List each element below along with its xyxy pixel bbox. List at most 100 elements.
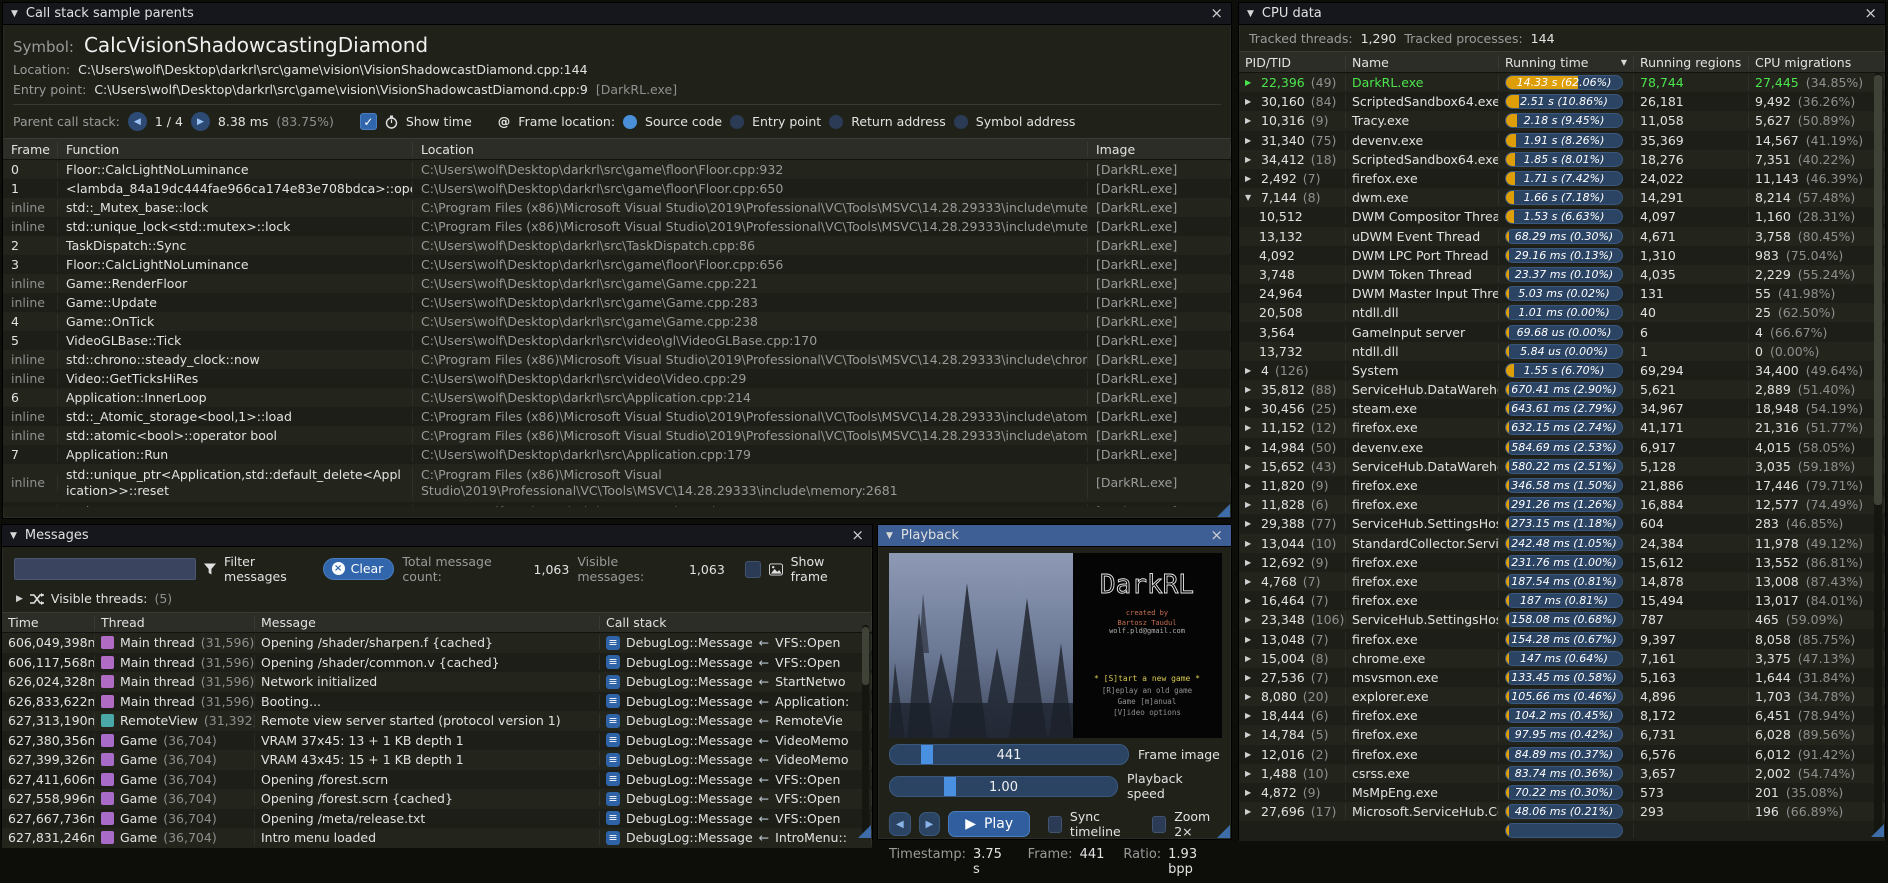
scrollbar-thumb[interactable] xyxy=(862,627,869,685)
expand-icon[interactable]: ▶ xyxy=(1245,385,1255,394)
collapse-icon[interactable]: ▼ xyxy=(1247,9,1254,19)
table-row[interactable]: ▶16,464(7)firefox.exe187 ms (0.81%)15,49… xyxy=(1239,591,1885,610)
expand-icon[interactable]: ▶ xyxy=(1245,673,1255,682)
collapse-icon[interactable]: ▼ xyxy=(886,531,893,541)
table-row[interactable]: 1<lambda_84a19dc444fae966ca174e83e708bdc… xyxy=(3,179,1231,198)
zoom-2x-checkbox[interactable] xyxy=(1152,816,1166,833)
table-row[interactable]: ▶30,160(84)ScriptedSandbox64.exe2.51 s (… xyxy=(1239,92,1885,111)
expand-icon[interactable]: ▶ xyxy=(1245,615,1255,624)
collapse-icon[interactable]: ▼ xyxy=(10,531,17,541)
table-row[interactable]: 627,399,326nsGame(36,704)VRAM 43x45: 15 … xyxy=(2,750,872,770)
table-row[interactable]: ▶30,456(25)steam.exe643.61 ms (2.79%)34,… xyxy=(1239,399,1885,418)
table-row[interactable]: ▶8,080(20)explorer.exe105.66 ms (0.46%)4… xyxy=(1239,687,1885,706)
expand-icon[interactable]: ▶ xyxy=(1245,78,1255,87)
table-row[interactable]: 24,964DWM Master Input Thread5.03 ms (0.… xyxy=(1239,284,1885,303)
table-row[interactable]: ▶31,340(75)devenv.exe1.91 s (8.26%)35,36… xyxy=(1239,131,1885,150)
next-frame-button[interactable]: ▶ xyxy=(191,112,210,131)
clear-button[interactable]: × Clear xyxy=(323,558,395,580)
expand-icon[interactable]: ▶ xyxy=(1245,155,1255,164)
callstack-titlebar[interactable]: ▼ Call stack sample parents × xyxy=(3,3,1231,25)
close-icon[interactable]: × xyxy=(1864,6,1877,21)
table-row[interactable]: ▶4,872(9)MsMpEng.exe70.22 ms (0.30%)5732… xyxy=(1239,783,1885,802)
resize-grip[interactable] xyxy=(1217,504,1230,517)
table-row[interactable]: 626,833,622nsMain thread(31,596)Booting.… xyxy=(2,692,872,712)
table-row[interactable]: ▶11,820(9)firefox.exe346.58 ms (1.50%)21… xyxy=(1239,476,1885,495)
table-row[interactable]: 0Floor::CalcLightNoLuminanceC:\Users\wol… xyxy=(3,160,1231,179)
playback-titlebar[interactable]: ▼ Playback × xyxy=(878,525,1231,547)
messages-titlebar[interactable]: ▼ Messages × xyxy=(2,525,872,547)
table-row[interactable]: ▶13,044(10)StandardCollector.Servic242.4… xyxy=(1239,534,1885,553)
table-row[interactable]: ▶29,388(77)ServiceHub.SettingsHost273.15… xyxy=(1239,514,1885,533)
expand-icon[interactable]: ▶ xyxy=(1245,596,1255,605)
table-row[interactable]: 3Floor::CalcLightNoLuminanceC:\Users\wol… xyxy=(3,255,1231,274)
scrollbar-thumb[interactable] xyxy=(1874,75,1882,505)
resize-grip[interactable] xyxy=(858,825,871,838)
col-time[interactable]: Time xyxy=(2,615,95,630)
table-row[interactable]: 627,667,736nsGame(36,704)Opening /meta/r… xyxy=(2,809,872,829)
table-row[interactable]: 606,117,568nsMain thread(31,596)Opening … xyxy=(2,653,872,673)
table-row[interactable]: 627,411,606nsGame(36,704)Opening /forest… xyxy=(2,770,872,790)
callstack-list-icon[interactable]: ≡ xyxy=(606,811,620,825)
expand-icon[interactable]: ▶ xyxy=(1245,807,1255,816)
table-row[interactable]: ▶14,784(5)firefox.exe97.95 ms (0.42%)6,7… xyxy=(1239,725,1885,744)
expand-icon[interactable]: ▶ xyxy=(1245,692,1255,701)
expand-icon[interactable]: ▶ xyxy=(1245,366,1255,375)
table-row[interactable]: inlinestd::_Atomic_storage<bool,1>::load… xyxy=(3,407,1231,426)
table-row[interactable]: ▶23,348(106)ServiceHub.SettingsHost158.0… xyxy=(1239,610,1885,629)
cpu-titlebar[interactable]: ▼ CPU data × xyxy=(1239,3,1885,25)
col-name[interactable]: Name xyxy=(1346,55,1499,70)
col-thread[interactable]: Thread xyxy=(95,615,255,630)
col-message[interactable]: Message xyxy=(255,615,600,630)
callstack-list-icon[interactable]: ≡ xyxy=(606,694,620,708)
table-row[interactable]: ▶10,316(9)Tracy.exe2.18 s (9.45%)11,0585… xyxy=(1239,111,1885,130)
filter-input[interactable] xyxy=(14,558,196,580)
step-back-button[interactable]: ◀ xyxy=(889,812,911,836)
col-location[interactable]: Location xyxy=(413,142,1088,157)
callstack-list-icon[interactable]: ≡ xyxy=(606,792,620,806)
callstack-list-icon[interactable]: ≡ xyxy=(606,636,620,650)
table-row[interactable]: 627,380,356nsGame(36,704)VRAM 37x45: 13 … xyxy=(2,731,872,751)
expand-icon[interactable]: ▶ xyxy=(1245,558,1255,567)
radio-symbol-address[interactable] xyxy=(954,115,968,129)
expand-icon[interactable]: ▶ xyxy=(1245,500,1255,509)
table-row[interactable]: inlinestd::atomic<bool>::operator boolC:… xyxy=(3,426,1231,445)
table-row[interactable]: inlineGame::RenderFloorC:\Users\wolf\Des… xyxy=(3,274,1231,293)
table-row[interactable]: 2TaskDispatch::SyncC:\Users\wolf\Desktop… xyxy=(3,236,1231,255)
expand-icon[interactable]: ▶ xyxy=(1245,654,1255,663)
table-row[interactable]: inlinestd::_Mutex_base::lockC:\Program F… xyxy=(3,198,1231,217)
table-row[interactable]: ▶2,492(7)firefox.exe1.71 s (7.42%)24,022… xyxy=(1239,169,1885,188)
expand-icon[interactable]: ▶ xyxy=(1245,116,1255,125)
step-forward-button[interactable]: ▶ xyxy=(919,812,941,836)
table-row[interactable]: 627,558,996nsGame(36,704)Opening /forest… xyxy=(2,789,872,809)
table-row[interactable]: ▶34,412(18)ScriptedSandbox64.exe1.85 s (… xyxy=(1239,150,1885,169)
table-row[interactable]: ▶12,016(2)firefox.exe84.89 ms (0.37%)6,5… xyxy=(1239,745,1885,764)
expand-icon[interactable]: ▶ xyxy=(1245,750,1255,759)
table-row[interactable]: ▶11,828(6)firefox.exe291.26 ms (1.26%)16… xyxy=(1239,495,1885,514)
table-row[interactable]: 4,092DWM LPC Port Thread29.16 ms (0.13%)… xyxy=(1239,246,1885,265)
table-row[interactable]: inlineVideo::GetTicksHiResC:\Users\wolf\… xyxy=(3,369,1231,388)
table-row[interactable]: 627,831,246nsGame(36,704)Intro menu load… xyxy=(2,828,872,848)
expand-icon[interactable]: ▶ xyxy=(1245,635,1255,644)
table-row[interactable]: 3,564GameInput server69.68 us (0.00%)64(… xyxy=(1239,322,1885,341)
callstack-list-icon[interactable]: ≡ xyxy=(606,733,620,747)
col-cpu-migrations[interactable]: CPU migrations xyxy=(1749,55,1885,70)
table-row[interactable]: 20,508ntdll.dll1.01 ms (0.00%)4025(62.50… xyxy=(1239,303,1885,322)
table-row[interactable]: ▶4,768(7)firefox.exe187.54 ms (0.81%)14,… xyxy=(1239,572,1885,591)
table-row[interactable]: 627,313,190nsRemoteView(31,392)Remote vi… xyxy=(2,711,872,731)
table-row[interactable]: 8mainC:\Users\wolf\Desktop\darkrl\src\En… xyxy=(3,502,1231,507)
expand-icon[interactable]: ▶ xyxy=(1245,423,1255,432)
collapse-icon[interactable]: ▼ xyxy=(1245,193,1255,202)
table-row[interactable]: ▶4(126)System1.55 s (6.70%)69,29434,400(… xyxy=(1239,361,1885,380)
expand-icon[interactable]: ▶ xyxy=(1245,788,1255,797)
col-function[interactable]: Function xyxy=(58,142,413,157)
table-row[interactable]: inlineGame::UpdateC:\Users\wolf\Desktop\… xyxy=(3,293,1231,312)
collapse-icon[interactable]: ▼ xyxy=(11,9,18,19)
radio-entry-point[interactable] xyxy=(730,115,744,129)
table-row[interactable]: ▶15,004(8)chrome.exe147 ms (0.64%)7,1613… xyxy=(1239,649,1885,668)
table-row[interactable]: ▶18,444(6)firefox.exe104.2 ms (0.45%)8,1… xyxy=(1239,706,1885,725)
expand-icon[interactable]: ▶ xyxy=(1245,174,1255,183)
expand-icon[interactable]: ▶ xyxy=(1245,730,1255,739)
col-callstack[interactable]: Call stack xyxy=(600,615,872,630)
table-row[interactable]: ▶27,536(7)msvsmon.exe133.45 ms (0.58%)5,… xyxy=(1239,668,1885,687)
table-row[interactable] xyxy=(1239,821,1885,840)
